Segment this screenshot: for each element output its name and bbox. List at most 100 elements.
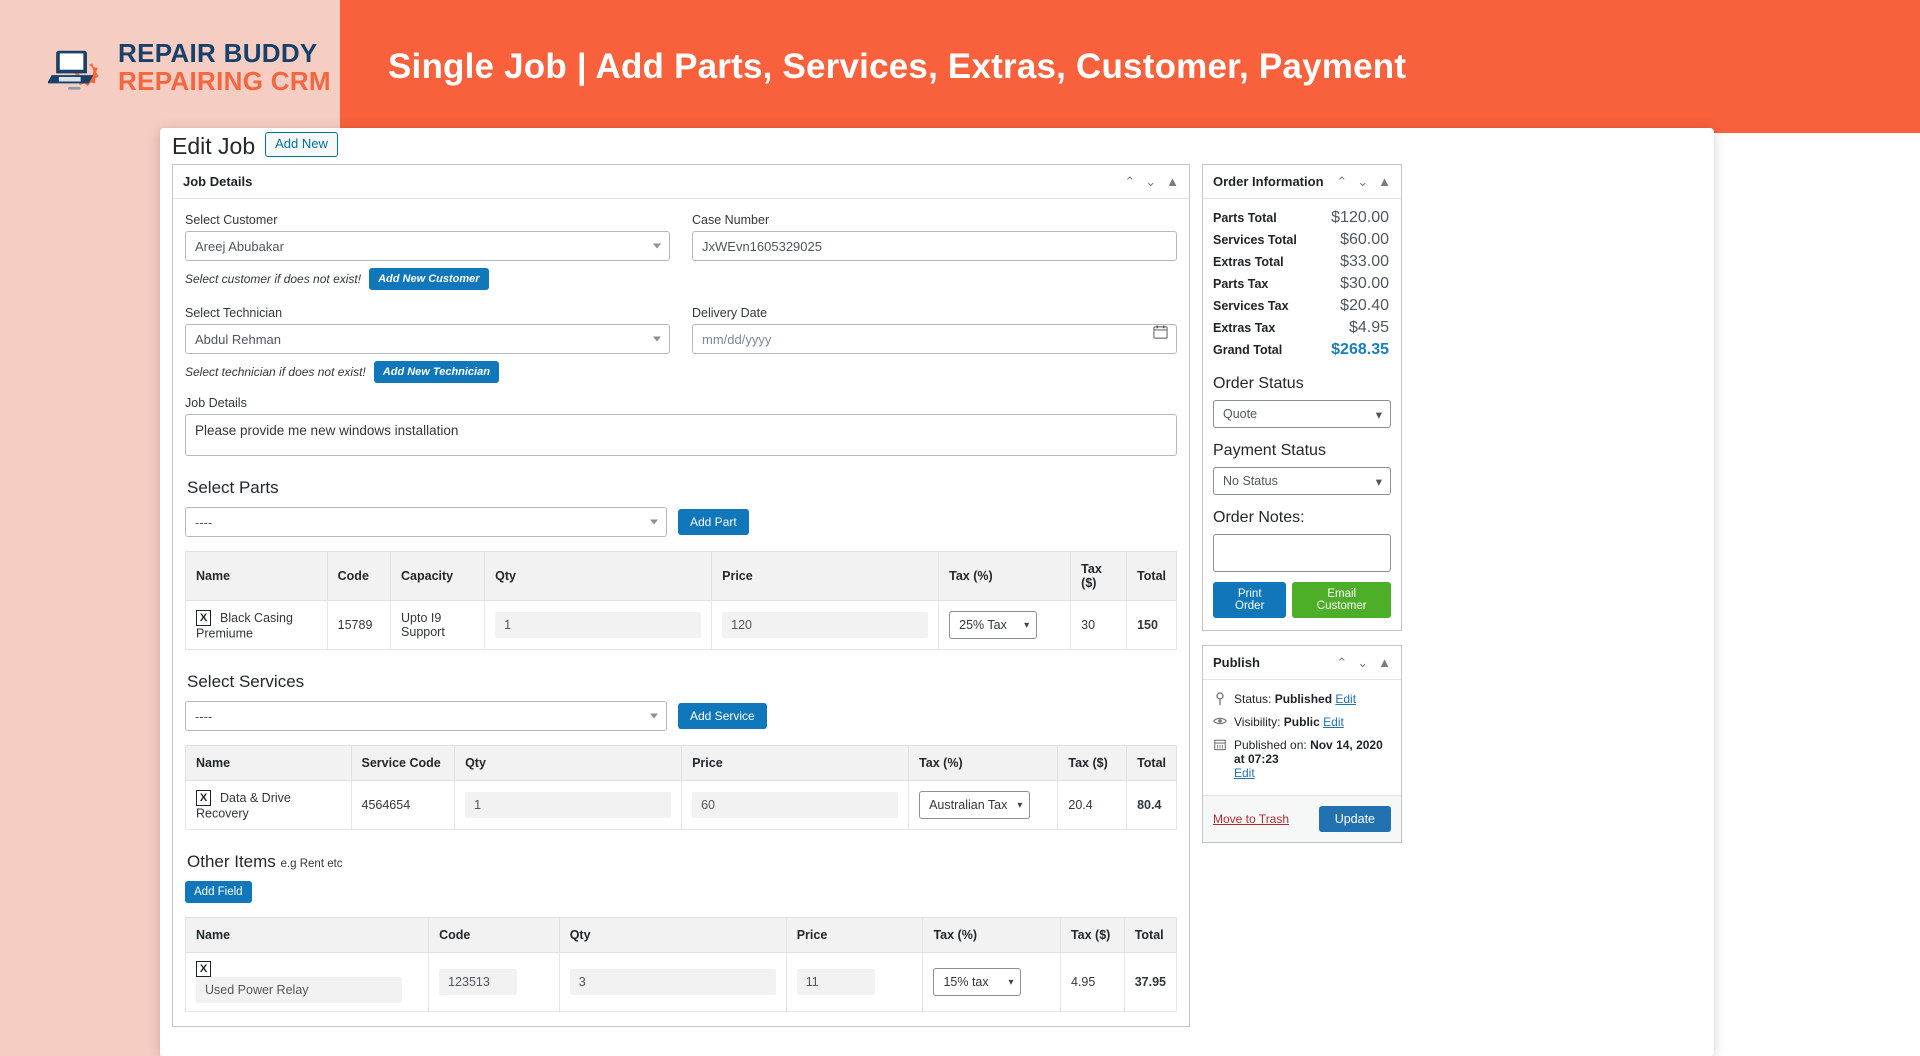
parts-picker-row: ---- Add Part <box>185 507 1177 537</box>
job-details-panel-title: Job Details <box>183 174 253 189</box>
extras-col-total: Total <box>1123 917 1178 953</box>
move-up-icon[interactable]: ⌃ <box>1336 175 1347 188</box>
status-value: Published <box>1274 692 1333 706</box>
calendar-icon[interactable] <box>1153 325 1168 340</box>
delivery-date-label: Delivery Date <box>692 306 768 320</box>
extras-qty-input[interactable]: 3 <box>569 969 776 995</box>
extras-name-input[interactable]: Used Power Relay <box>196 977 402 1003</box>
banner-title-area: Single Job | Add Parts, Services, Extras… <box>340 0 1920 133</box>
add-new-customer-button[interactable]: Add New Customer <box>369 268 489 290</box>
promo-banner: REPAIR BUDDY REPAIRING CRM Single Job | … <box>0 0 1920 133</box>
payment-status-select[interactable]: No Status ▾ <box>1213 467 1391 495</box>
totals-row-parts-tax: Parts Tax $30.00 <box>1213 273 1391 295</box>
delivery-date-field-group: Delivery Date mm/dd/yyyy <box>692 302 1177 387</box>
value-extras-tax: $4.95 <box>1348 319 1389 336</box>
parts-col-price: Price <box>711 551 940 601</box>
extras-cell-total: 37.95 <box>1123 952 1178 1012</box>
update-button[interactable]: Update <box>1318 806 1391 832</box>
order-status-select[interactable]: Quote ▾ <box>1213 400 1391 428</box>
services-cell-qty: 1 <box>454 780 683 830</box>
parts-cell-name: X Black Casing Premiume <box>185 600 328 650</box>
select-customer-dropdown[interactable]: Areej Abubakar <box>185 231 670 261</box>
services-tax-select[interactable]: Australian Tax ▾ <box>919 791 1031 819</box>
chevron-down-icon: ▾ <box>1375 407 1382 422</box>
delivery-date-input[interactable]: mm/dd/yyyy <box>692 324 1177 354</box>
parts-tax-select[interactable]: 25% Tax ▾ <box>949 611 1038 639</box>
select-technician-value: Abdul Rehman <box>195 331 281 347</box>
other-items-title: Other Items <box>187 852 276 871</box>
remove-row-button[interactable]: X <box>196 789 211 806</box>
email-customer-button[interactable]: Email Customer <box>1292 582 1391 618</box>
case-number-input[interactable]: JxWEvn1605329025 <box>692 231 1177 261</box>
add-new-button[interactable]: Add New <box>265 132 338 157</box>
publish-visibility-row: Visibility: Public Edit <box>1213 715 1391 729</box>
services-col-qty: Qty <box>454 745 683 781</box>
services-picker-row: ---- Add Service <box>185 701 1177 731</box>
extras-cell-name: XUsed Power Relay <box>184 952 430 1012</box>
move-down-icon[interactable]: ⌄ <box>1357 175 1368 188</box>
extras-tax-select[interactable]: 15% tax ▾ <box>933 968 1022 996</box>
parts-qty-input[interactable]: 1 <box>495 612 702 638</box>
move-up-icon[interactable]: ⌃ <box>1336 656 1347 669</box>
value-parts-tax: $30.00 <box>1340 275 1389 292</box>
edit-status-link[interactable]: Edit <box>1335 692 1356 706</box>
value-parts-total: $120.00 <box>1331 209 1389 226</box>
edit-visibility-link[interactable]: Edit <box>1323 715 1344 729</box>
order-information-panel: Order Information ⌃ ⌄ ▲ Parts Total $120… <box>1202 164 1402 631</box>
services-cell-tax-pct: Australian Tax ▾ <box>908 780 1059 830</box>
job-details-panel-header: Job Details ⌃ ⌄ ▲ <box>173 165 1189 199</box>
select-services-dropdown[interactable]: ---- <box>185 701 667 731</box>
extras-code-input[interactable]: 123513 <box>439 969 518 995</box>
order-status-value: Quote <box>1223 407 1258 421</box>
other-items-subtitle: e.g Rent etc <box>280 858 343 870</box>
status-label: Status: <box>1234 692 1275 706</box>
value-extras-total: $33.00 <box>1340 253 1389 270</box>
add-part-button[interactable]: Add Part <box>678 509 749 535</box>
select-technician-dropdown[interactable]: Abdul Rehman <box>185 324 670 354</box>
job-details-textarea[interactable]: Please provide me new windows installati… <box>185 414 1177 456</box>
remove-row-button[interactable]: X <box>196 961 211 977</box>
panel-handle-actions: ⌃ ⌄ ▲ <box>1336 656 1391 669</box>
select-customer-value: Areej Abubakar <box>195 238 284 254</box>
add-new-technician-button[interactable]: Add New Technician <box>373 361 499 383</box>
print-order-button[interactable]: Print Order <box>1213 582 1287 618</box>
add-field-button[interactable]: Add Field <box>185 881 252 903</box>
select-services-heading: Select Services <box>187 672 305 691</box>
totals-row-services-tax: Services Tax $20.40 <box>1213 295 1391 317</box>
add-service-button[interactable]: Add Service <box>678 703 767 729</box>
brand-logo: REPAIR BUDDY REPAIRING CRM <box>0 38 331 96</box>
extras-col-tax-pct: Tax (%) <box>922 917 1061 953</box>
page-background-left <box>0 133 160 1056</box>
parts-col-capacity: Capacity <box>390 551 486 601</box>
label-grand-total: Grand Total <box>1213 343 1283 357</box>
services-tax-select-value: Australian Tax <box>929 798 1008 812</box>
move-down-icon[interactable]: ⌄ <box>1357 656 1368 669</box>
table-row: X Data & Drive Recovery 4564654 1 60 Aust… <box>185 780 1177 830</box>
move-down-icon[interactable]: ⌄ <box>1145 175 1156 188</box>
order-notes-textarea[interactable] <box>1213 534 1391 572</box>
publish-visibility-text: Visibility: Public Edit <box>1234 715 1344 729</box>
services-cell-price: 60 <box>681 780 910 830</box>
parts-price-input[interactable]: 120 <box>722 612 929 638</box>
toggle-panel-icon[interactable]: ▲ <box>1166 175 1179 188</box>
extras-col-code: Code <box>428 917 560 953</box>
value-grand-total: $268.35 <box>1331 341 1389 358</box>
parts-cell-capacity: Upto I9 Support <box>390 600 486 650</box>
services-price-input[interactable]: 60 <box>692 792 899 818</box>
services-col-name: Name <box>185 745 352 781</box>
order-notes-label: Order Notes: <box>1213 509 1305 526</box>
edit-published-date-link[interactable]: Edit <box>1234 766 1255 780</box>
order-status-label: Order Status <box>1213 375 1304 392</box>
chevron-down-icon <box>650 519 658 525</box>
customer-hint-row: Select customer if does not exist! Add N… <box>185 268 670 290</box>
toggle-panel-icon[interactable]: ▲ <box>1378 656 1391 669</box>
move-up-icon[interactable]: ⌃ <box>1124 175 1135 188</box>
extras-table: Name Code Qty Price Tax (%) Tax ($) Tota… <box>184 917 1178 1012</box>
remove-row-button[interactable]: X <box>196 609 211 626</box>
toggle-panel-icon[interactable]: ▲ <box>1378 175 1391 188</box>
select-parts-dropdown[interactable]: ---- <box>185 507 667 537</box>
extras-price-input[interactable]: 11 <box>796 969 875 995</box>
services-qty-input[interactable]: 1 <box>465 792 672 818</box>
move-to-trash-link[interactable]: Move to Trash <box>1213 812 1289 826</box>
order-information-header: Order Information ⌃ ⌄ ▲ <box>1203 165 1401 199</box>
